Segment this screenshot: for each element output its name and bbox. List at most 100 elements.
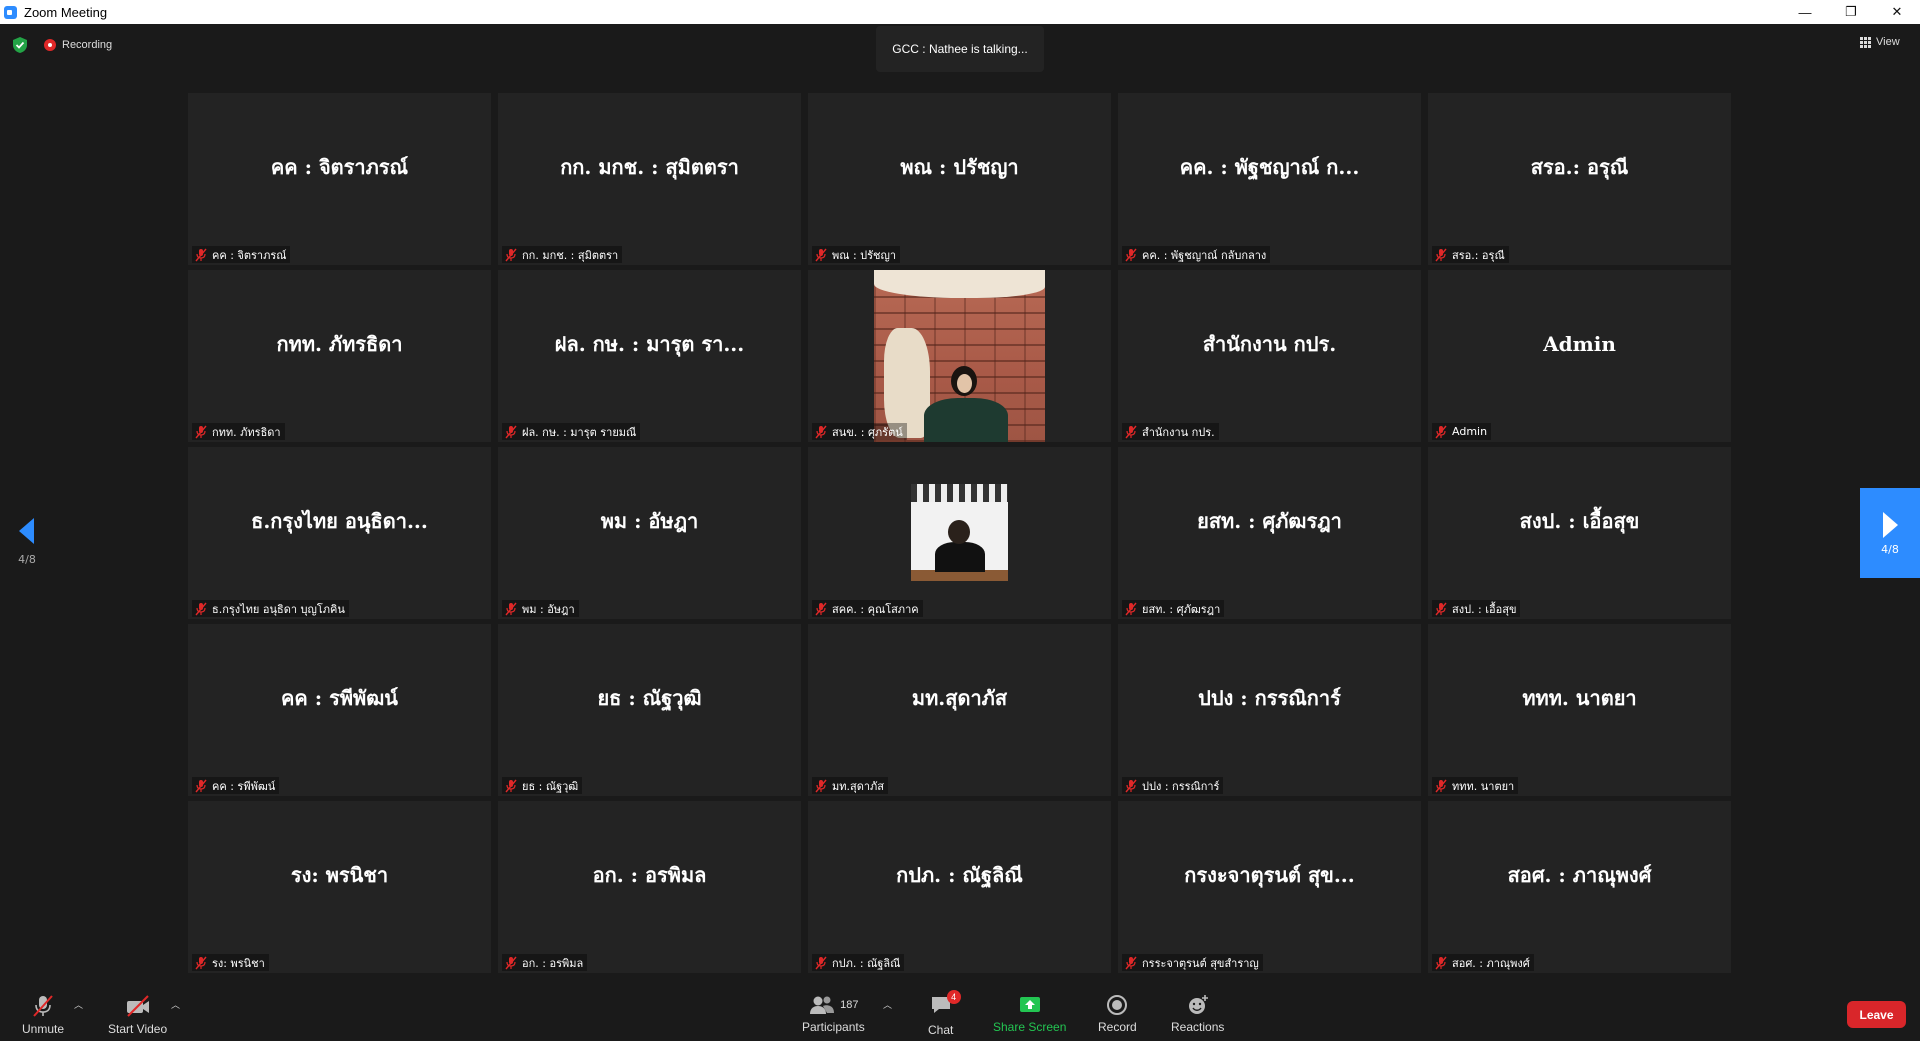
muted-microphone-icon bbox=[815, 779, 827, 792]
video-camera-off-icon bbox=[126, 995, 149, 1017]
participant-tile[interactable]: พม : อัษฎา พม : อัษฎา bbox=[498, 447, 801, 619]
participant-tile[interactable]: อก. : อรพิมล อก. : อรพิมล bbox=[498, 801, 801, 973]
participant-caption-text: สรอ.: อรุณี bbox=[1452, 248, 1505, 262]
participant-caption: กก. มกช. : สุมิตตรา bbox=[502, 246, 623, 263]
participant-tile[interactable]: สรอ.: อรุณี สรอ.: อรุณี bbox=[1428, 93, 1731, 265]
participant-caption: คค : รพีพัฒน์ bbox=[192, 777, 280, 794]
muted-microphone-icon bbox=[815, 956, 827, 969]
participant-display-name: สงป. : เอื้อสุข bbox=[1519, 509, 1640, 533]
previous-page-button[interactable]: 4/8 bbox=[17, 517, 37, 566]
muted-microphone-icon bbox=[815, 602, 827, 615]
participant-tile[interactable]: ธ.กรุงไทย อนุธิดา... ธ.กรุงไทย อนุธิดา บุ… bbox=[188, 447, 491, 619]
active-speaker-text: GCC : Nathee is talking... bbox=[892, 42, 1028, 56]
participant-caption-text: กรระจาตุรนต์ สุขสำราญ bbox=[1142, 956, 1259, 970]
leave-button[interactable]: Leave bbox=[1847, 1001, 1906, 1028]
gallery-grid-icon bbox=[1860, 36, 1871, 48]
share-screen-icon bbox=[1019, 997, 1040, 1012]
audio-options-caret-icon[interactable]: ︿ bbox=[74, 998, 83, 1011]
reactions-button[interactable]: Reactions bbox=[1171, 994, 1224, 1034]
participant-tile[interactable]: สอศ. : ภาณุพงศ์ สอศ. : ภาณุพงศ์ bbox=[1428, 801, 1731, 973]
participant-display-name: พณ : ปรัชญา bbox=[900, 155, 1019, 179]
close-button[interactable]: ✕ bbox=[1874, 0, 1920, 24]
restore-button[interactable]: ❐ bbox=[1828, 0, 1874, 24]
participant-caption-text: สงป. : เอื้อสุข bbox=[1452, 602, 1517, 616]
minimize-button[interactable]: — bbox=[1782, 0, 1828, 24]
participant-tile[interactable]: สำนักงาน กปร. สำนักงาน กปร. bbox=[1118, 270, 1421, 442]
participant-tile[interactable]: ยสท. : ศุภัฒรฎา ยสท. : ศุภัฒรฎา bbox=[1118, 447, 1421, 619]
unmute-label: Unmute bbox=[22, 1022, 65, 1036]
participant-caption-text: อก. : อรพิมล bbox=[522, 956, 584, 970]
participants-options-caret-icon[interactable]: ︿ bbox=[883, 998, 892, 1011]
participant-tile[interactable]: สนข. : ศุภรัตน์ bbox=[808, 270, 1111, 442]
participant-display-name: ปปง : กรรณิการ์ bbox=[1198, 686, 1341, 710]
chat-label: Chat bbox=[928, 1023, 954, 1037]
participant-caption: สรอ.: อรุณี bbox=[1432, 246, 1509, 263]
muted-microphone-icon bbox=[505, 248, 517, 261]
participant-display-name: ธ.กรุงไทย อนุธิดา... bbox=[251, 509, 428, 533]
participant-tile[interactable]: คค : จิตราภรณ์ คค : จิตราภรณ์ bbox=[188, 93, 491, 265]
start-video-button[interactable]: Start Video bbox=[108, 994, 167, 1036]
participant-display-name: กก. มกช. : สุมิตตรา bbox=[560, 155, 739, 179]
record-button[interactable]: Record bbox=[1098, 994, 1137, 1034]
participant-caption-text: ธ.กรุงไทย อนุธิดา บุญโภคิน bbox=[212, 602, 345, 616]
participant-caption-text: มท.สุดาภัส bbox=[832, 779, 884, 793]
zoom-app-icon bbox=[4, 5, 17, 19]
participant-display-name: สำนักงาน กปร. bbox=[1202, 332, 1337, 356]
share-screen-button[interactable]: Share Screen bbox=[993, 994, 1066, 1034]
meeting-toolbar: Unmute ︿ Start Video ︿ 187 Participants … bbox=[0, 984, 1920, 1041]
participants-button[interactable]: 187 Participants bbox=[802, 994, 865, 1034]
share-screen-label: Share Screen bbox=[993, 1020, 1067, 1034]
participant-tile[interactable]: สงป. : เอื้อสุข สงป. : เอื้อสุข bbox=[1428, 447, 1731, 619]
window-title: Zoom Meeting bbox=[24, 4, 108, 20]
participant-caption: สนข. : ศุภรัตน์ bbox=[812, 423, 907, 440]
participant-tile[interactable]: กรงะจาตุรนต์ สุข... กรระจาตุรนต์ สุขสำราญ bbox=[1118, 801, 1421, 973]
participant-tile[interactable]: กทท. ภัทรธิดา กทท. ภัทรธิดา bbox=[188, 270, 491, 442]
recording-dot-icon bbox=[44, 39, 56, 51]
muted-microphone-icon bbox=[195, 602, 207, 615]
participant-caption-text: ปปง : กรรณิการ์ bbox=[1142, 779, 1220, 793]
participant-caption: กรระจาตุรนต์ สุขสำราญ bbox=[1122, 954, 1263, 971]
recording-label: Recording bbox=[62, 39, 113, 51]
participant-tile[interactable]: ปปง : กรรณิการ์ ปปง : กรรณิการ์ bbox=[1118, 624, 1421, 796]
video-options-caret-icon[interactable]: ︿ bbox=[171, 998, 180, 1011]
chat-button[interactable]: 4 Chat bbox=[928, 990, 961, 1037]
participant-caption-text: ยสท. : ศุภัฒรฎา bbox=[1142, 602, 1221, 616]
participant-caption-text: Admin bbox=[1452, 425, 1488, 438]
participant-tile[interactable]: Admin Admin bbox=[1428, 270, 1731, 442]
muted-microphone-icon bbox=[195, 956, 207, 969]
next-page-button[interactable]: 4/8 bbox=[1860, 488, 1920, 578]
participant-tile[interactable]: คค : รพีพัฒน์ คค : รพีพัฒน์ bbox=[188, 624, 491, 796]
participant-display-name: กทท. ภัทรธิดา bbox=[276, 332, 403, 356]
participant-tile[interactable]: คค. : พัฐชญาณ์ ก... คค. : พัฐชญาณ์ กลับกล… bbox=[1118, 93, 1421, 265]
participant-tile[interactable]: ททท. นาตยา ททท. นาตยา bbox=[1428, 624, 1731, 796]
participant-caption-text: ฝล. กษ. : มารุต รายมณี bbox=[522, 425, 637, 439]
participant-display-name: กรงะจาตุรนต์ สุข... bbox=[1184, 863, 1355, 887]
participant-tile[interactable]: มท.สุดาภัส มท.สุดาภัส bbox=[808, 624, 1111, 796]
muted-microphone-icon bbox=[1125, 425, 1137, 438]
participant-tile[interactable]: สคค. : คุณโสภาค bbox=[808, 447, 1111, 619]
security-shield-icon[interactable] bbox=[12, 36, 28, 54]
muted-microphone-icon bbox=[815, 248, 827, 261]
window-titlebar: Zoom Meeting — ❐ ✕ bbox=[0, 0, 1920, 24]
unmute-button[interactable]: Unmute bbox=[22, 994, 64, 1036]
participant-display-name: ททท. นาตยา bbox=[1522, 686, 1637, 710]
record-icon bbox=[1107, 995, 1128, 1015]
view-button[interactable]: View bbox=[1860, 36, 1900, 48]
page-indicator-right: 4/8 bbox=[1881, 542, 1899, 556]
muted-microphone-icon bbox=[505, 425, 517, 438]
participant-tile[interactable]: ยธ : ณัฐวุฒิ ยธ : ณัฐวุฒิ bbox=[498, 624, 801, 796]
participant-tile[interactable]: พณ : ปรัชญา พณ : ปรัชญา bbox=[808, 93, 1111, 265]
participant-caption-text: คค : รพีพัฒน์ bbox=[212, 779, 276, 793]
recording-indicator[interactable]: Recording bbox=[44, 36, 112, 54]
participant-tile[interactable]: กปภ. : ณัฐลิณี กปภ. : ณัฐลิณี bbox=[808, 801, 1111, 973]
participant-caption-text: ททท. นาตยา bbox=[1452, 779, 1515, 793]
participant-tile[interactable]: ฝล. กษ. : มารุต รา... ฝล. กษ. : มารุต ราย… bbox=[498, 270, 801, 442]
participant-display-name: มท.สุดาภัส bbox=[911, 686, 1008, 710]
participant-display-name: อก. : อรพิมล bbox=[592, 863, 707, 887]
participant-caption: ยธ : ณัฐวุฒิ bbox=[502, 777, 583, 794]
participant-tile[interactable]: กก. มกช. : สุมิตตรา กก. มกช. : สุมิตตรา bbox=[498, 93, 801, 265]
muted-microphone-icon bbox=[1435, 956, 1447, 969]
participant-video bbox=[911, 484, 1008, 581]
participant-caption: ธ.กรุงไทย อนุธิดา บุญโภคิน bbox=[192, 600, 349, 617]
participant-tile[interactable]: รง: พรนิชา รง: พรนิชา bbox=[188, 801, 491, 973]
